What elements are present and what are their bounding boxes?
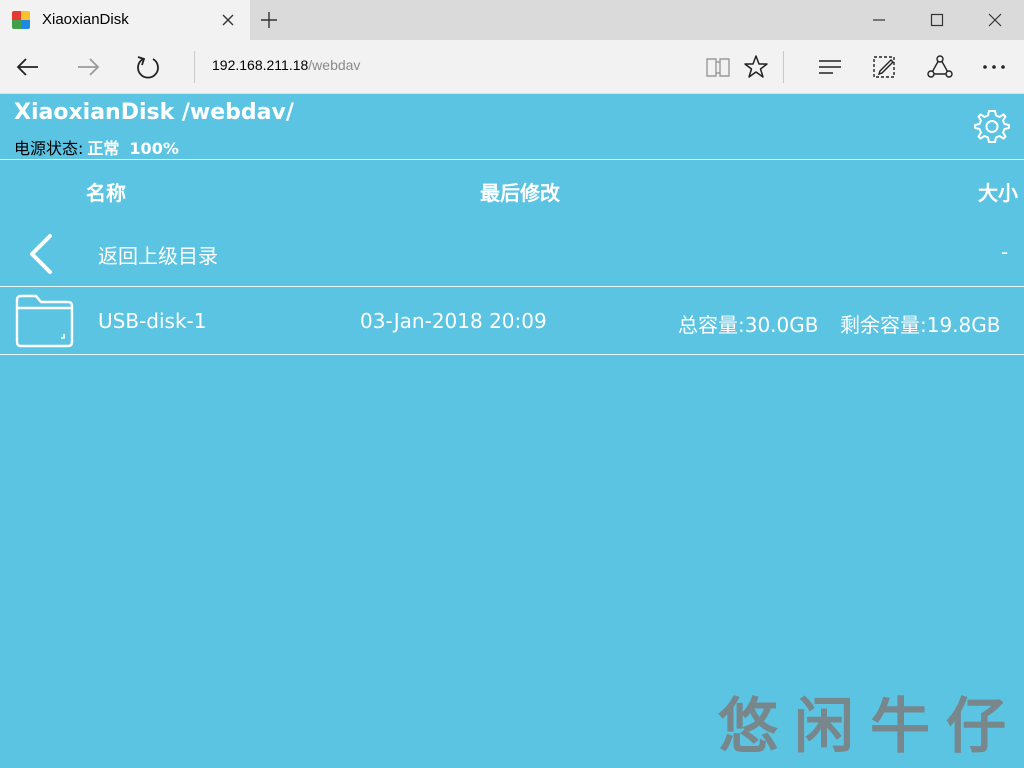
more-icon[interactable] bbox=[980, 53, 1008, 81]
page-title: XiaoxianDisk /webdav/ bbox=[14, 100, 294, 125]
parent-directory-size: - bbox=[1001, 240, 1009, 264]
parent-directory-link[interactable]: 返回上级目录 bbox=[98, 240, 218, 269]
power-percent: 100% bbox=[129, 139, 179, 158]
minimize-icon[interactable] bbox=[850, 0, 908, 40]
gear-icon[interactable] bbox=[974, 108, 1010, 144]
address-bar[interactable]: 192.168.211.18/webdav bbox=[212, 57, 360, 73]
reading-view-icon[interactable] bbox=[704, 53, 732, 81]
column-header-size[interactable]: 大小 bbox=[978, 177, 1018, 206]
power-status-value: 正常 bbox=[87, 139, 120, 158]
back-icon[interactable] bbox=[14, 53, 42, 81]
address-path: /webdav bbox=[308, 57, 361, 73]
navigation-bar: 192.168.211.18/webdav bbox=[0, 40, 1024, 94]
folder-icon[interactable] bbox=[14, 292, 74, 348]
hub-icon[interactable] bbox=[816, 53, 844, 81]
row-divider bbox=[0, 286, 1024, 287]
web-note-icon[interactable] bbox=[870, 53, 898, 81]
column-header-modified[interactable]: 最后修改 bbox=[480, 177, 560, 206]
browser-tab[interactable]: XiaoxianDisk bbox=[0, 0, 250, 40]
tab-bar: XiaoxianDisk bbox=[0, 0, 1024, 40]
row-divider-2 bbox=[0, 354, 1024, 355]
folder-total-capacity: 总容量:30.0GB bbox=[678, 313, 819, 337]
share-icon[interactable] bbox=[926, 53, 954, 81]
folder-name-link[interactable]: USB-disk-1 bbox=[98, 309, 206, 333]
folder-free-capacity: 剩余容量:19.8GB bbox=[840, 313, 1001, 337]
favicon bbox=[12, 11, 30, 29]
nav-separator-2 bbox=[783, 51, 784, 83]
window-close-icon[interactable] bbox=[966, 0, 1024, 40]
header-divider bbox=[0, 159, 1024, 160]
tab-title: XiaoxianDisk bbox=[42, 11, 129, 28]
favorite-star-icon[interactable] bbox=[742, 53, 770, 81]
maximize-icon[interactable] bbox=[908, 0, 966, 40]
close-icon[interactable] bbox=[218, 10, 238, 30]
column-header-name[interactable]: 名称 bbox=[86, 177, 126, 206]
refresh-icon[interactable] bbox=[134, 53, 162, 81]
page-content: XiaoxianDisk /webdav/ 电源状态: 正常 100% 名称 最后修… bbox=[0, 94, 1024, 768]
forward-icon[interactable] bbox=[74, 53, 102, 81]
power-label: 电源状态: bbox=[14, 139, 84, 158]
watermark: 悠闲牛仔 bbox=[718, 692, 1022, 762]
folder-modified: 03-Jan-2018 20:09 bbox=[360, 309, 547, 333]
nav-separator bbox=[194, 51, 195, 83]
power-status: 电源状态: 正常 100% bbox=[14, 135, 179, 159]
plus-icon[interactable] bbox=[258, 9, 280, 31]
chevron-left-icon[interactable] bbox=[24, 232, 60, 276]
address-host: 192.168.211.18 bbox=[212, 57, 309, 73]
